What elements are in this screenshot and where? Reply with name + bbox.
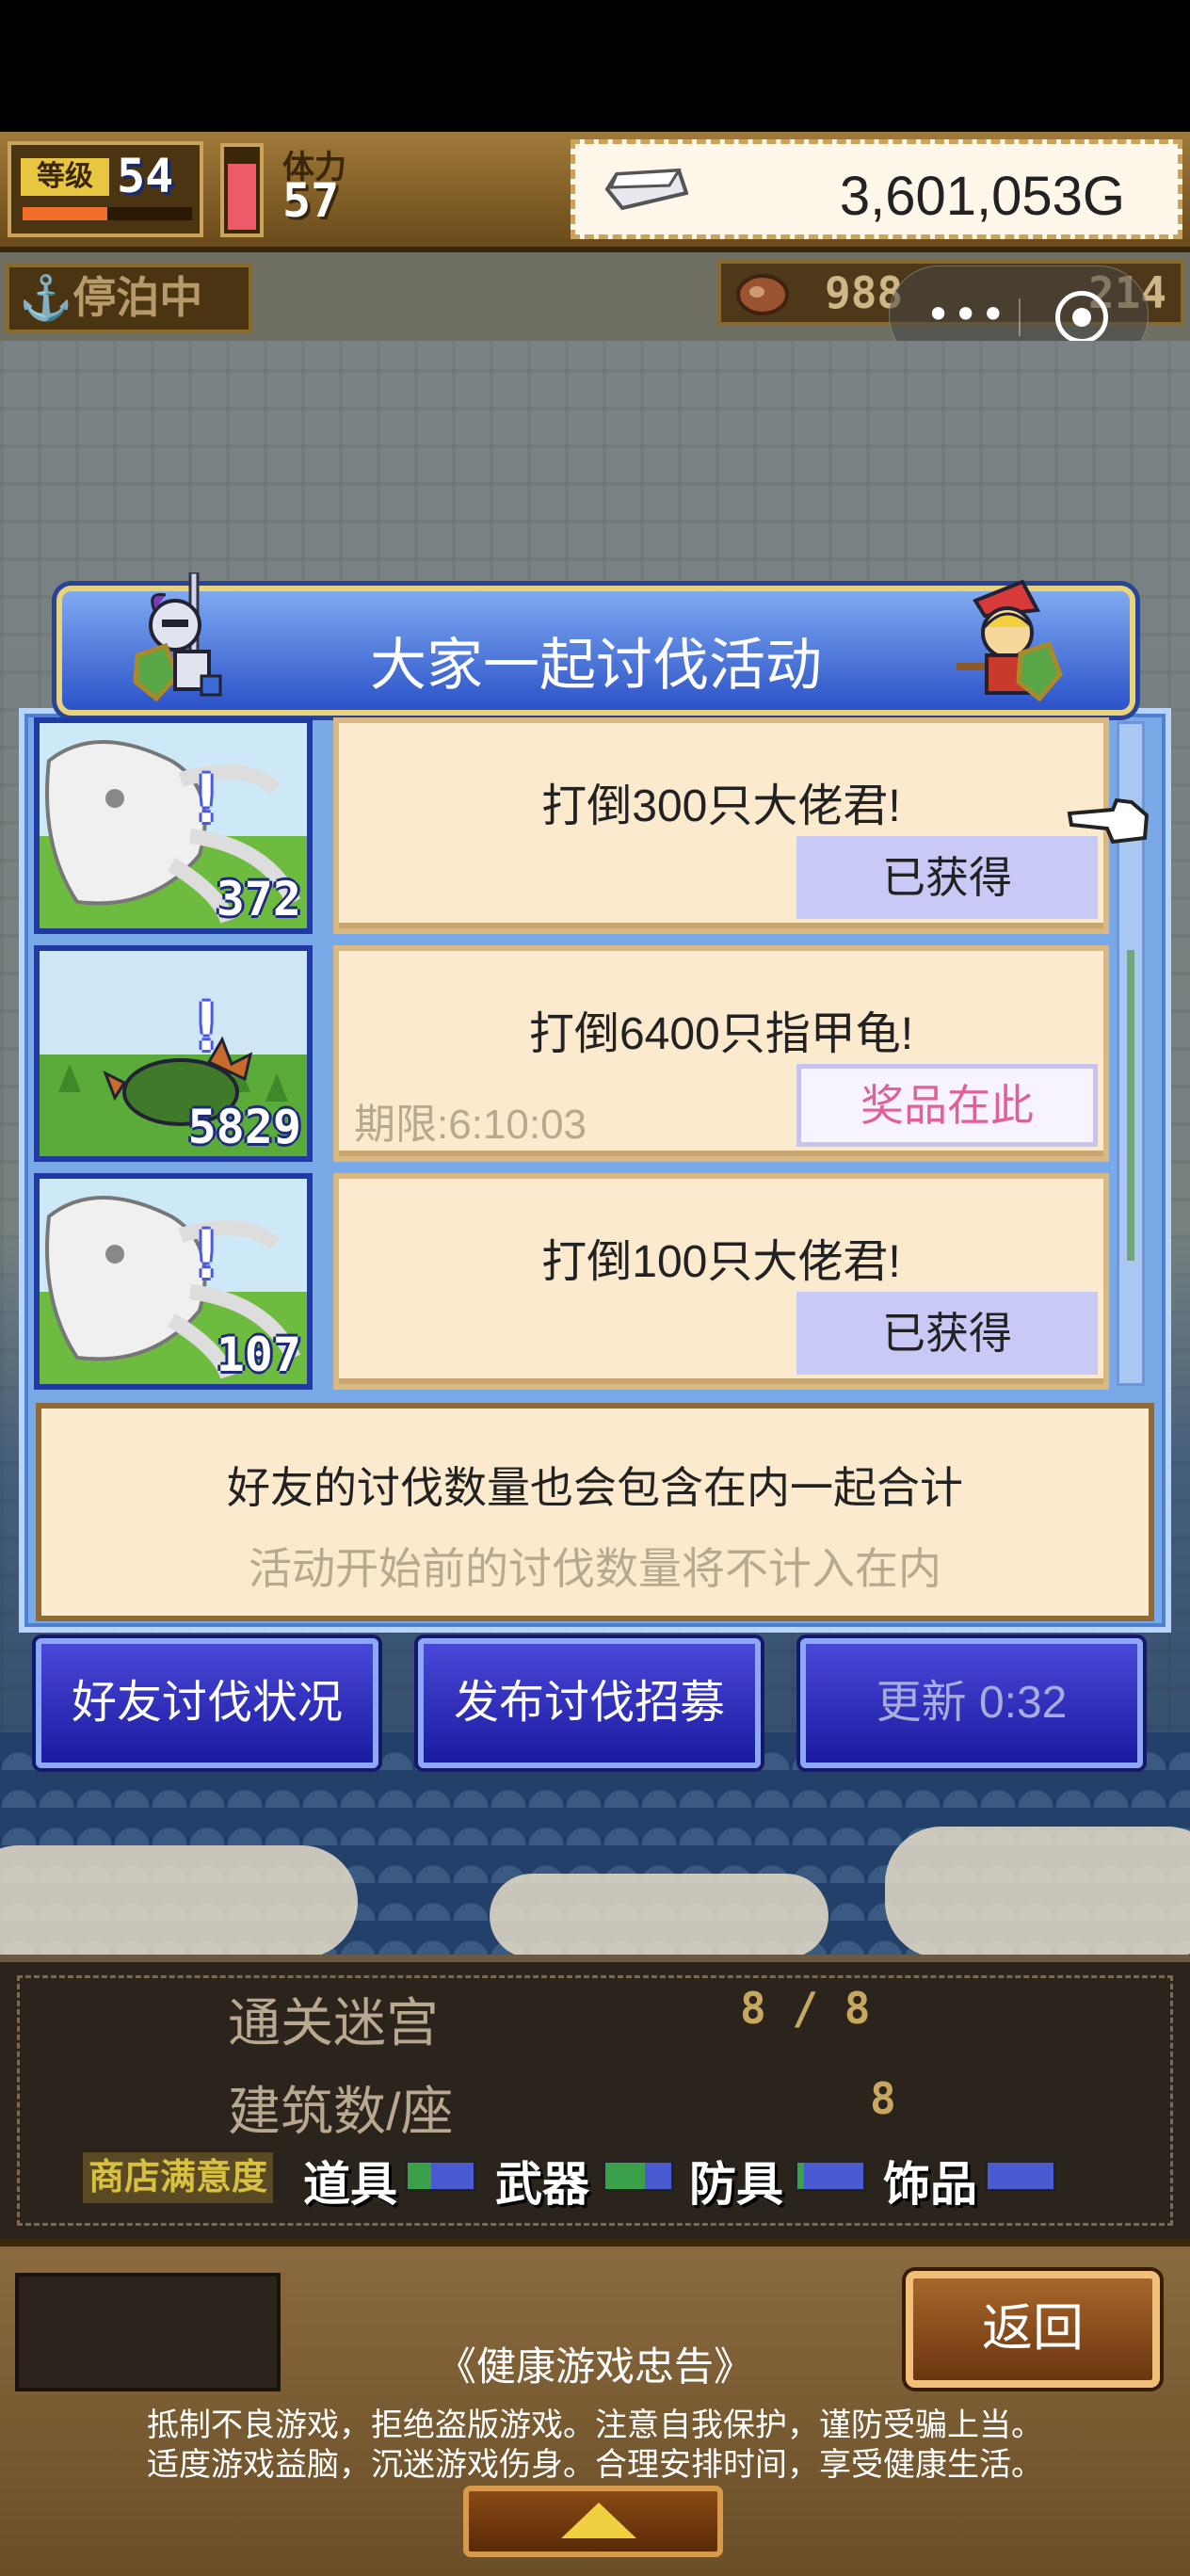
- level-box: 等级 54: [8, 141, 203, 237]
- quest-row: ! 107 打倒100只大佬君! 已获得: [34, 1173, 1109, 1390]
- category-armor-label: 防具: [689, 2158, 783, 2211]
- category-item-bar-fill: [408, 2163, 431, 2189]
- health-notice-line: 适度游戏益脑，沉迷游戏伤身。合理安排时间，享受健康生活。: [147, 2447, 1043, 2483]
- quest-objective: 打倒100只大佬君!: [541, 1237, 901, 1287]
- target-icon[interactable]: [1055, 291, 1108, 344]
- alert-icon: !: [186, 761, 227, 838]
- docked-status: ⚓停泊中: [6, 264, 252, 333]
- more-icon[interactable]: •••: [925, 289, 1007, 340]
- hp-gauge: [220, 143, 264, 237]
- hero-girl-icon: [957, 579, 1063, 702]
- alert-icon: !: [186, 989, 227, 1066]
- dungeon-value: 8 / 8: [740, 1983, 871, 2034]
- category-accessory-bar: [985, 2160, 1056, 2192]
- level-progress-bar: [23, 207, 192, 220]
- quest-obtained-button[interactable]: 已获得: [796, 836, 1098, 919]
- cloud: [0, 1845, 358, 1958]
- health-notice-title: 《健康游戏忠告》: [436, 2344, 753, 2389]
- level-label: 等级: [21, 158, 109, 196]
- expand-menu-button[interactable]: [463, 2486, 723, 2557]
- event-info-box: 好友的讨伐数量也会包含在内一起合计 活动开始前的讨伐数量将不计入在内: [36, 1403, 1154, 1621]
- gold-amount: 3,601,053G: [839, 166, 1125, 227]
- meat-icon: [736, 274, 789, 315]
- scrollbar-thumb[interactable]: [1127, 950, 1134, 1261]
- status-bar-area: [0, 0, 1190, 132]
- quest-card: 打倒6400只指甲龟! 期限:6:10:03 奖品在此: [333, 945, 1109, 1162]
- category-item-bar: [405, 2160, 476, 2192]
- quest-thumbnail: ! 107: [34, 1173, 313, 1390]
- cloud: [490, 1874, 828, 1958]
- satisfaction-label: 商店满意度: [83, 2152, 274, 2203]
- quest-kill-count: 5829: [187, 1100, 301, 1154]
- category-accessory-label: 饰品: [883, 2158, 977, 2211]
- quest-thumbnail: ! 5829: [34, 945, 313, 1162]
- alert-icon: !: [186, 1216, 227, 1294]
- category-weapon-bar-fill: [605, 2163, 645, 2189]
- info-sub-text: 活动开始前的讨伐数量将不计入在内: [249, 1544, 941, 1593]
- quest-objective: 打倒300只大佬君!: [541, 781, 901, 831]
- stamina-value: 57: [282, 173, 340, 228]
- quest-prize-button[interactable]: 奖品在此: [796, 1064, 1098, 1147]
- building-label: 建筑数/座: [228, 2082, 454, 2141]
- category-armor-bar: [795, 2160, 866, 2192]
- friends-status-button[interactable]: 好友讨伐状况: [36, 1638, 378, 1768]
- info-main-text: 好友的讨伐数量也会包含在内一起合计: [227, 1463, 963, 1512]
- quest-row: ! 5829 打倒6400只指甲龟! 期限:6:10:03 奖品在此: [34, 945, 1109, 1162]
- refresh-button[interactable]: 更新 0:32: [800, 1638, 1143, 1768]
- hp-gauge-fill: [228, 163, 256, 230]
- gold-display: 3,601,053G: [571, 139, 1182, 239]
- capsule-divider: [1019, 298, 1021, 336]
- level-progress-fill: [23, 207, 107, 220]
- quest-row: ! 372 打倒300只大佬君! 已获得: [34, 717, 1109, 934]
- quest-thumbnail: ! 372: [34, 717, 313, 934]
- quest-kill-count: 107: [216, 1328, 301, 1382]
- category-weapon-label: 武器: [495, 2158, 589, 2211]
- quest-kill-count: 372: [216, 872, 301, 926]
- cloud: [885, 1827, 1190, 1958]
- category-weapon-bar: [603, 2160, 674, 2192]
- quest-deadline: 期限:6:10:03: [354, 1102, 587, 1148]
- pointing-hand-icon: [1067, 797, 1150, 845]
- up-arrow-icon: [561, 2503, 636, 2538]
- quest-card: 打倒100只大佬君! 已获得: [333, 1173, 1109, 1390]
- knight-icon: [133, 572, 222, 702]
- post-recruit-button[interactable]: 发布讨伐招募: [418, 1638, 761, 1768]
- quest-objective: 打倒6400只指甲龟!: [528, 1009, 914, 1059]
- category-item-label: 道具: [303, 2158, 397, 2211]
- quest-card: 打倒300只大佬君! 已获得: [333, 717, 1109, 934]
- dungeon-label: 通关迷宫: [228, 1993, 439, 2053]
- quest-obtained-button[interactable]: 已获得: [796, 1292, 1098, 1375]
- silver-ingot-icon: [604, 169, 688, 211]
- building-value: 8: [870, 2073, 896, 2124]
- level-value: 54: [117, 149, 174, 203]
- event-header: 大家一起讨伐活动: [56, 572, 1135, 716]
- category-armor-bar-fill: [797, 2163, 804, 2189]
